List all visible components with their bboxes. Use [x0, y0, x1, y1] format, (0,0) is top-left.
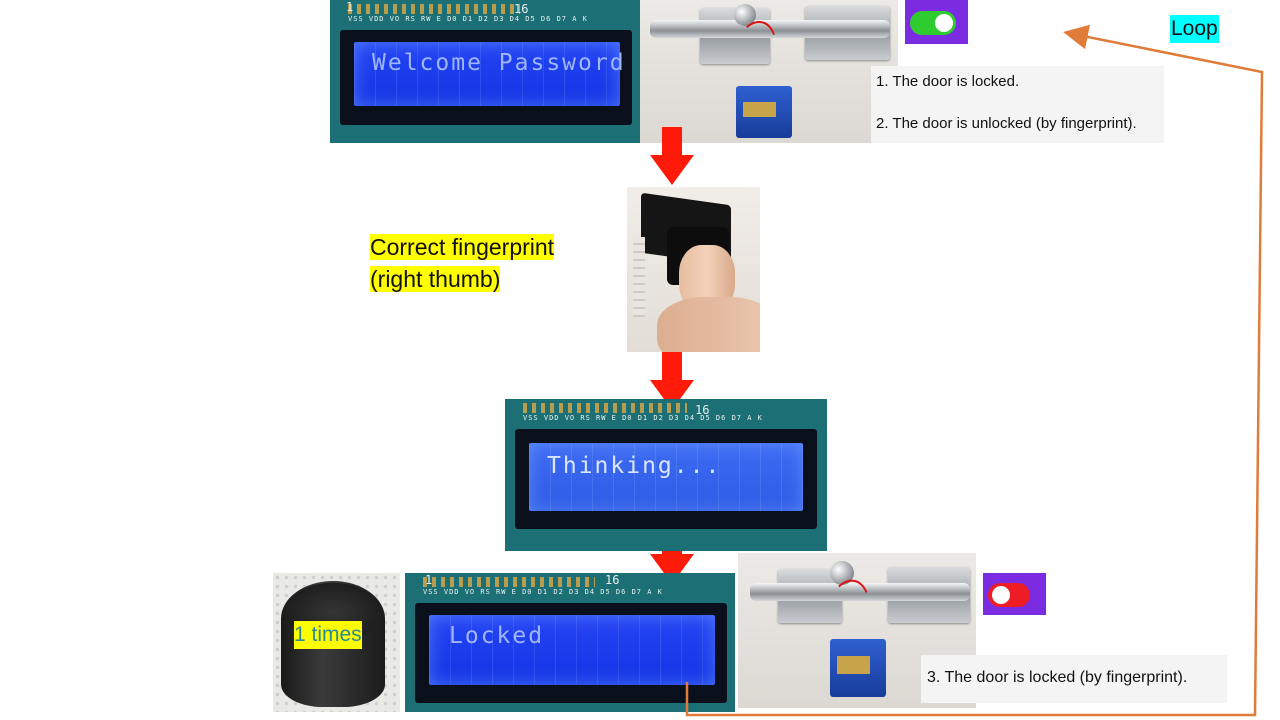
loop-return-arrow: [685, 24, 1264, 717]
